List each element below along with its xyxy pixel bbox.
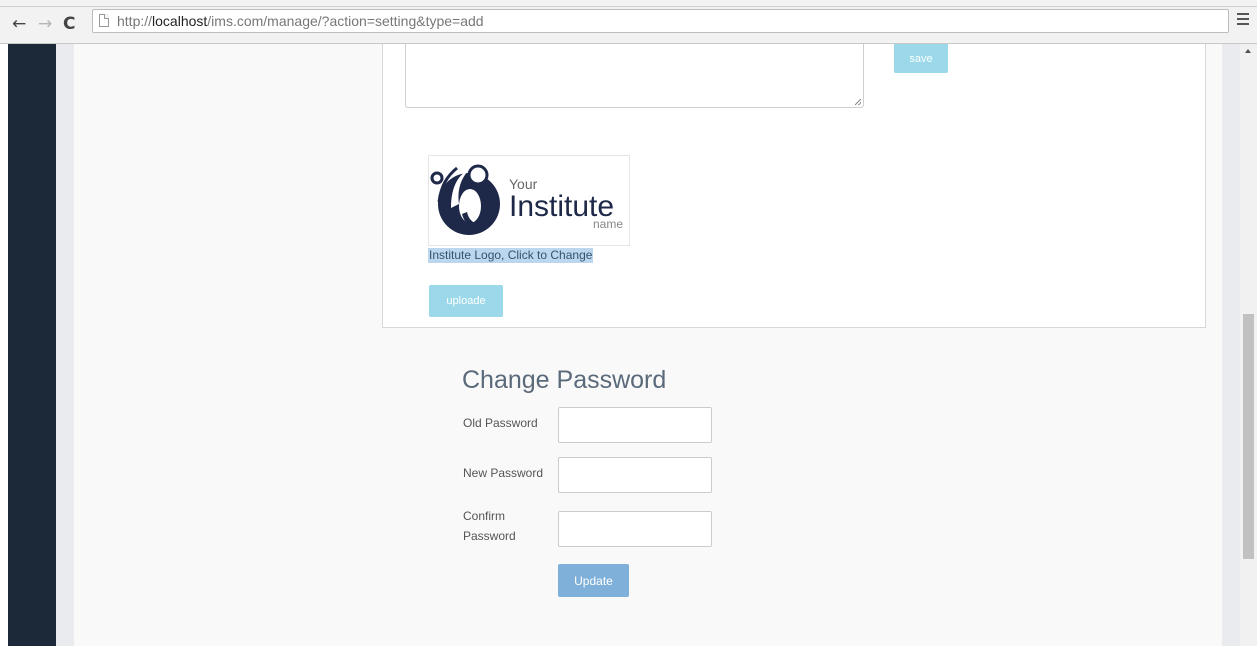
save-button[interactable]: save	[894, 44, 948, 73]
page-icon	[99, 14, 109, 27]
institute-logo-graphic: Your Institute name	[430, 164, 623, 235]
confirm-password-label: Confirm Password	[463, 509, 516, 543]
forward-arrow-icon[interactable]: →	[38, 14, 52, 34]
address-bar[interactable]: http://localhost/ims.com/manage/?action=…	[92, 9, 1229, 33]
left-gutter	[56, 44, 74, 646]
url-path: /ims.com/manage/?action=setting&type=add	[207, 13, 484, 29]
resize-grip-icon[interactable]	[855, 99, 861, 105]
sidebar	[8, 44, 56, 646]
hamburger-menu-icon[interactable]	[1237, 13, 1249, 25]
vertical-scrollbar[interactable]	[1240, 44, 1257, 646]
upload-button[interactable]: uploade	[429, 285, 503, 317]
url-scheme: http://	[117, 13, 153, 29]
window-left-edge	[0, 44, 8, 646]
new-password-label: New Password	[463, 466, 544, 480]
browser-toolbar: ← → C http://localhost/ims.com/manage/?a…	[0, 7, 1257, 44]
update-button[interactable]: Update	[558, 564, 629, 597]
change-password-title: Change Password	[462, 366, 667, 394]
new-password-field[interactable]	[558, 457, 712, 493]
logo-text-name: name	[593, 217, 623, 231]
scrollbar-thumb[interactable]	[1243, 314, 1254, 559]
right-gutter	[1222, 44, 1240, 646]
institute-logo[interactable]: Your Institute name	[428, 155, 630, 246]
old-password-label: Old Password	[463, 416, 538, 430]
logo-caption[interactable]: Institute Logo, Click to Change	[428, 248, 594, 263]
url-text[interactable]: http://localhost/ims.com/manage/?action=…	[117, 13, 484, 29]
reload-icon[interactable]: C	[63, 14, 75, 34]
address-textarea[interactable]	[405, 44, 864, 108]
scroll-up-arrow-icon[interactable]	[1245, 49, 1251, 53]
browser-top-strip	[0, 0, 1257, 7]
url-host: localhost	[152, 13, 208, 29]
back-arrow-icon[interactable]: ←	[12, 14, 26, 34]
confirm-password-field[interactable]	[558, 511, 712, 547]
old-password-field[interactable]	[558, 407, 712, 443]
